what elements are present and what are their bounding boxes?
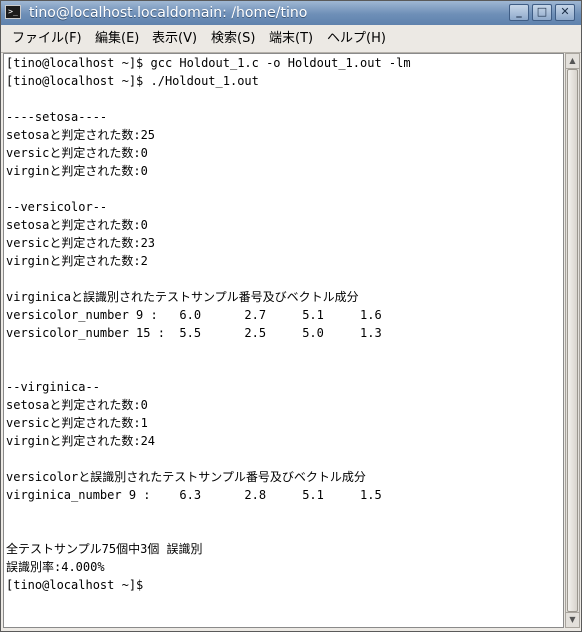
terminal-line: versicと判定された数:23	[6, 236, 156, 250]
window-title: tino@localhost.localdomain: /home/tino	[29, 5, 308, 21]
menu-file[interactable]: ファイル(F)	[12, 31, 82, 47]
terminal-line: versicolorと誤識別されたテストサンプル番号及びベクトル成分	[6, 470, 366, 484]
terminal-line: setosaと判定された数:0	[6, 398, 148, 412]
maximize-button[interactable]: □	[532, 4, 552, 21]
terminal-line: virginと判定された数:2	[6, 254, 148, 268]
menu-terminal[interactable]: 端末(T)	[269, 31, 313, 47]
terminal-line: [tino@localhost ~]$	[6, 578, 144, 592]
scroll-down-arrow-icon[interactable]: ▼	[566, 612, 579, 627]
close-button[interactable]: ✕	[555, 4, 575, 21]
terminal-output[interactable]: [tino@localhost ~]$ gcc Holdout_1.c -o H…	[3, 53, 564, 628]
terminal-line: [tino@localhost ~]$ ./Holdout_1.out	[6, 74, 259, 88]
terminal-line: virginと判定された数:0	[6, 164, 148, 178]
menu-edit[interactable]: 編集(E)	[95, 31, 139, 47]
minimize-button[interactable]: _	[509, 4, 529, 21]
terminal-icon: >_	[5, 5, 21, 19]
menu-view[interactable]: 表示(V)	[152, 31, 197, 47]
terminal-line: 全テストサンプル75個中3個 誤識別	[6, 542, 203, 556]
terminal-line: [tino@localhost ~]$ gcc Holdout_1.c -o H…	[6, 56, 411, 70]
menu-search[interactable]: 検索(S)	[211, 31, 255, 47]
scrollbar-thumb[interactable]	[567, 69, 578, 612]
terminal-lines: [tino@localhost ~]$ gcc Holdout_1.c -o H…	[6, 54, 411, 594]
terminal-line: virginicaと誤識別されたテストサンプル番号及びベクトル成分	[6, 290, 359, 304]
terminal-line: setosaと判定された数:25	[6, 128, 156, 142]
terminal-line: versicと判定された数:1	[6, 416, 148, 430]
terminal-window: >_ tino@localhost.localdomain: /home/tin…	[0, 0, 582, 632]
terminal-line: versicolor_number 15 : 5.5 2.5 5.0 1.3	[6, 326, 382, 340]
terminal-line: virginica_number 9 : 6.3 2.8 5.1 1.5	[6, 488, 382, 502]
terminal-line: versicと判定された数:0	[6, 146, 148, 160]
terminal-line: versicolor_number 9 : 6.0 2.7 5.1 1.6	[6, 308, 382, 322]
terminal-line: virginと判定された数:24	[6, 434, 156, 448]
terminal-line: ----setosa----	[6, 110, 108, 124]
terminal-line: --versicolor--	[6, 200, 108, 214]
scroll-up-arrow-icon[interactable]: ▲	[566, 54, 579, 69]
terminal-line: 誤識別率:4.000%	[6, 560, 105, 574]
menu-bar: ファイル(F) 編集(E) 表示(V) 検索(S) 端末(T) ヘルプ(H)	[1, 25, 581, 53]
vertical-scrollbar[interactable]: ▲ ▼	[565, 53, 580, 628]
title-bar[interactable]: >_ tino@localhost.localdomain: /home/tin…	[1, 1, 581, 25]
terminal-line: --virginica--	[6, 380, 100, 394]
terminal-line: setosaと判定された数:0	[6, 218, 148, 232]
menu-help[interactable]: ヘルプ(H)	[327, 31, 386, 47]
